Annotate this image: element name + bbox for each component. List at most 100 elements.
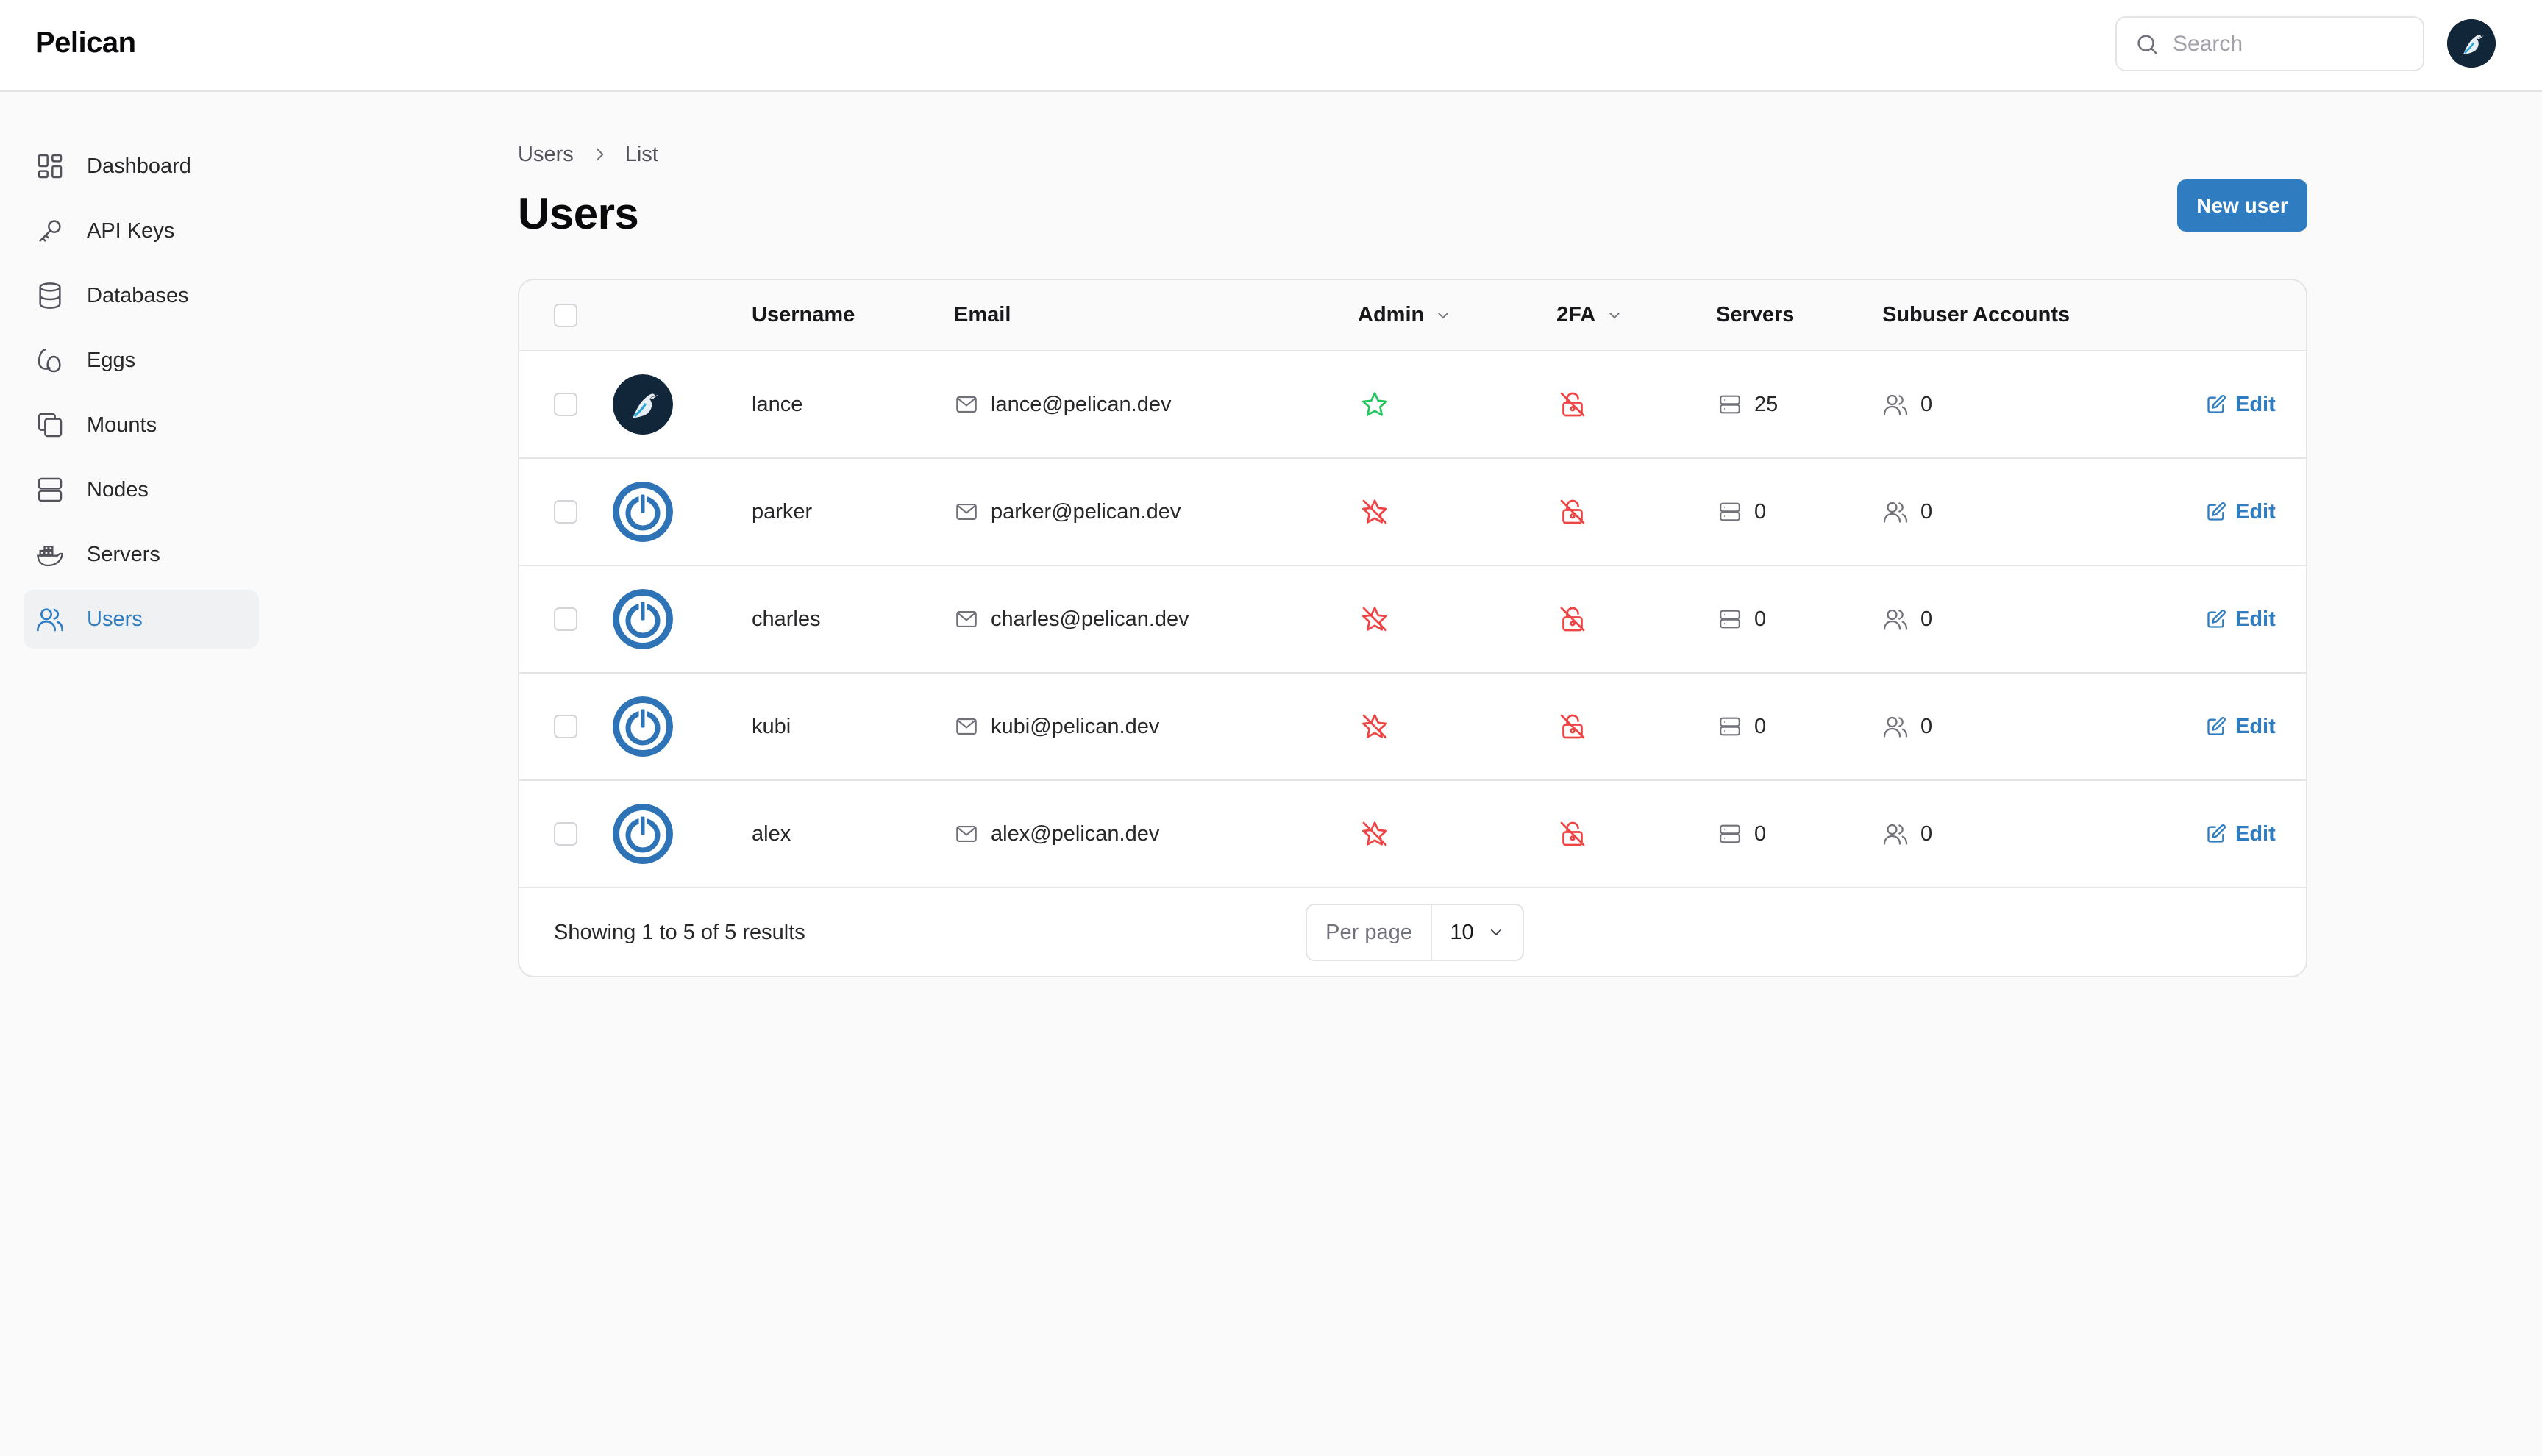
avatar (613, 804, 673, 864)
table-row[interactable]: parker parker@pelican.dev 0 0 Edit (519, 459, 2306, 566)
column-email[interactable]: Email (954, 280, 1011, 350)
star-off-icon (1360, 819, 1389, 849)
server-icon (1717, 607, 1742, 632)
server-icon (1717, 392, 1742, 417)
search-box[interactable] (2115, 16, 2424, 71)
table-row[interactable]: lance lance@pelican.dev 25 0 Edit (519, 351, 2306, 459)
row-select (554, 674, 577, 779)
app-logo[interactable]: Pelican (35, 26, 136, 60)
twofa-cell (1558, 459, 1587, 565)
subusers-cell: 0 (1882, 781, 1932, 887)
email-value: charles@pelican.dev (991, 607, 1189, 631)
subusers-value: 0 (1920, 714, 1933, 738)
edit-label: Edit (2235, 714, 2276, 738)
servers-cell: 25 (1717, 351, 1778, 457)
row-checkbox[interactable] (554, 393, 577, 416)
user-avatar[interactable] (2447, 19, 2496, 68)
edit-button[interactable]: Edit (2206, 566, 2276, 672)
email-cell: alex@pelican.dev (954, 781, 1159, 887)
sidebar-item-label: Nodes (87, 477, 149, 502)
email-cell: lance@pelican.dev (954, 351, 1171, 457)
edit-icon (2206, 394, 2226, 415)
breadcrumb-users[interactable]: Users (518, 143, 574, 167)
page-title: Users (518, 189, 639, 238)
column-2fa[interactable]: 2FA (1556, 280, 1623, 350)
edit-button[interactable]: Edit (2206, 351, 2276, 457)
edit-label: Edit (2235, 821, 2276, 846)
twofa-cell (1558, 351, 1587, 457)
sidebar-item-label: Servers (87, 542, 160, 566)
servers-value: 0 (1754, 607, 1767, 631)
avatar (613, 374, 673, 435)
chevron-down-icon (1434, 307, 1452, 324)
users-icon (35, 604, 65, 634)
row-checkbox[interactable] (554, 607, 577, 631)
email-value: kubi@pelican.dev (991, 714, 1160, 738)
search-input[interactable] (2173, 31, 2415, 57)
sidebar-item-users[interactable]: Users (24, 590, 259, 649)
server-icon (1717, 821, 1742, 846)
column-username[interactable]: Username (752, 280, 855, 350)
edit-label: Edit (2235, 499, 2276, 524)
row-select (554, 351, 577, 457)
column-subuser-accounts[interactable]: Subuser Accounts (1882, 280, 2070, 350)
servers-cell: 0 (1717, 781, 1766, 887)
edit-button[interactable]: Edit (2206, 781, 2276, 887)
table-row[interactable]: kubi kubi@pelican.dev 0 0 Edit (519, 674, 2306, 781)
avatar-cell (613, 674, 673, 779)
users-icon (1882, 391, 1909, 418)
servers-value: 0 (1754, 821, 1767, 846)
sidebar-item-dashboard[interactable]: Dashboard (24, 137, 259, 196)
row-select (554, 781, 577, 887)
avatar-cell (613, 459, 673, 565)
search-icon (2135, 32, 2160, 57)
edit-label: Edit (2235, 392, 2276, 416)
row-checkbox[interactable] (554, 715, 577, 738)
username-cell: alex (752, 821, 791, 846)
sidebar-item-nodes[interactable]: Nodes (24, 460, 259, 519)
edit-label: Edit (2235, 607, 2276, 631)
mail-icon (954, 607, 979, 632)
email-value: lance@pelican.dev (991, 392, 1172, 416)
server-icon (1717, 499, 1742, 524)
column-servers[interactable]: Servers (1716, 280, 1794, 350)
servers-cell: 0 (1717, 459, 1766, 565)
edit-button[interactable]: Edit (2206, 459, 2276, 565)
servers-value: 0 (1754, 499, 1767, 524)
select-all-checkbox[interactable] (554, 303, 577, 327)
users-icon (1882, 499, 1909, 525)
subusers-value: 0 (1920, 499, 1933, 524)
column-admin[interactable]: Admin (1358, 280, 1452, 350)
server-rack-icon (35, 475, 65, 504)
admin-cell (1360, 781, 1389, 887)
row-checkbox[interactable] (554, 500, 577, 524)
table-row[interactable]: charles charles@pelican.dev 0 0 Edit (519, 566, 2306, 674)
users-icon (1882, 821, 1909, 847)
key-icon (35, 216, 65, 246)
star-off-icon (1360, 712, 1389, 741)
chevron-down-icon (1606, 307, 1623, 324)
table-row[interactable]: alex alex@pelican.dev 0 0 Edit (519, 781, 2306, 888)
email-cell: charles@pelican.dev (954, 566, 1189, 672)
sidebar-item-databases[interactable]: Databases (24, 266, 259, 325)
admin-cell (1360, 459, 1389, 565)
lock-off-icon (1558, 390, 1587, 419)
sidebar-item-eggs[interactable]: Eggs (24, 331, 259, 390)
edit-button[interactable]: Edit (2206, 674, 2276, 779)
row-checkbox[interactable] (554, 822, 577, 846)
avatar (613, 482, 673, 542)
row-select (554, 459, 577, 565)
per-page-select[interactable]: 10 (1432, 905, 1523, 960)
lock-off-icon (1558, 819, 1587, 849)
sidebar-item-mounts[interactable]: Mounts (24, 396, 259, 454)
mounts-icon (35, 410, 65, 440)
sidebar-item-api-keys[interactable]: API Keys (24, 201, 259, 260)
new-user-button[interactable]: New user (2177, 179, 2307, 232)
per-page-control: Per page 10 (1306, 904, 1524, 961)
servers-cell: 0 (1717, 566, 1766, 672)
sidebar-item-servers[interactable]: Servers (24, 525, 259, 584)
mail-icon (954, 714, 979, 739)
sidebar-item-label: Dashboard (87, 154, 191, 178)
table-footer: Showing 1 to 5 of 5 results Per page 10 (519, 888, 2306, 976)
sidebar-item-label: Mounts (87, 413, 157, 437)
